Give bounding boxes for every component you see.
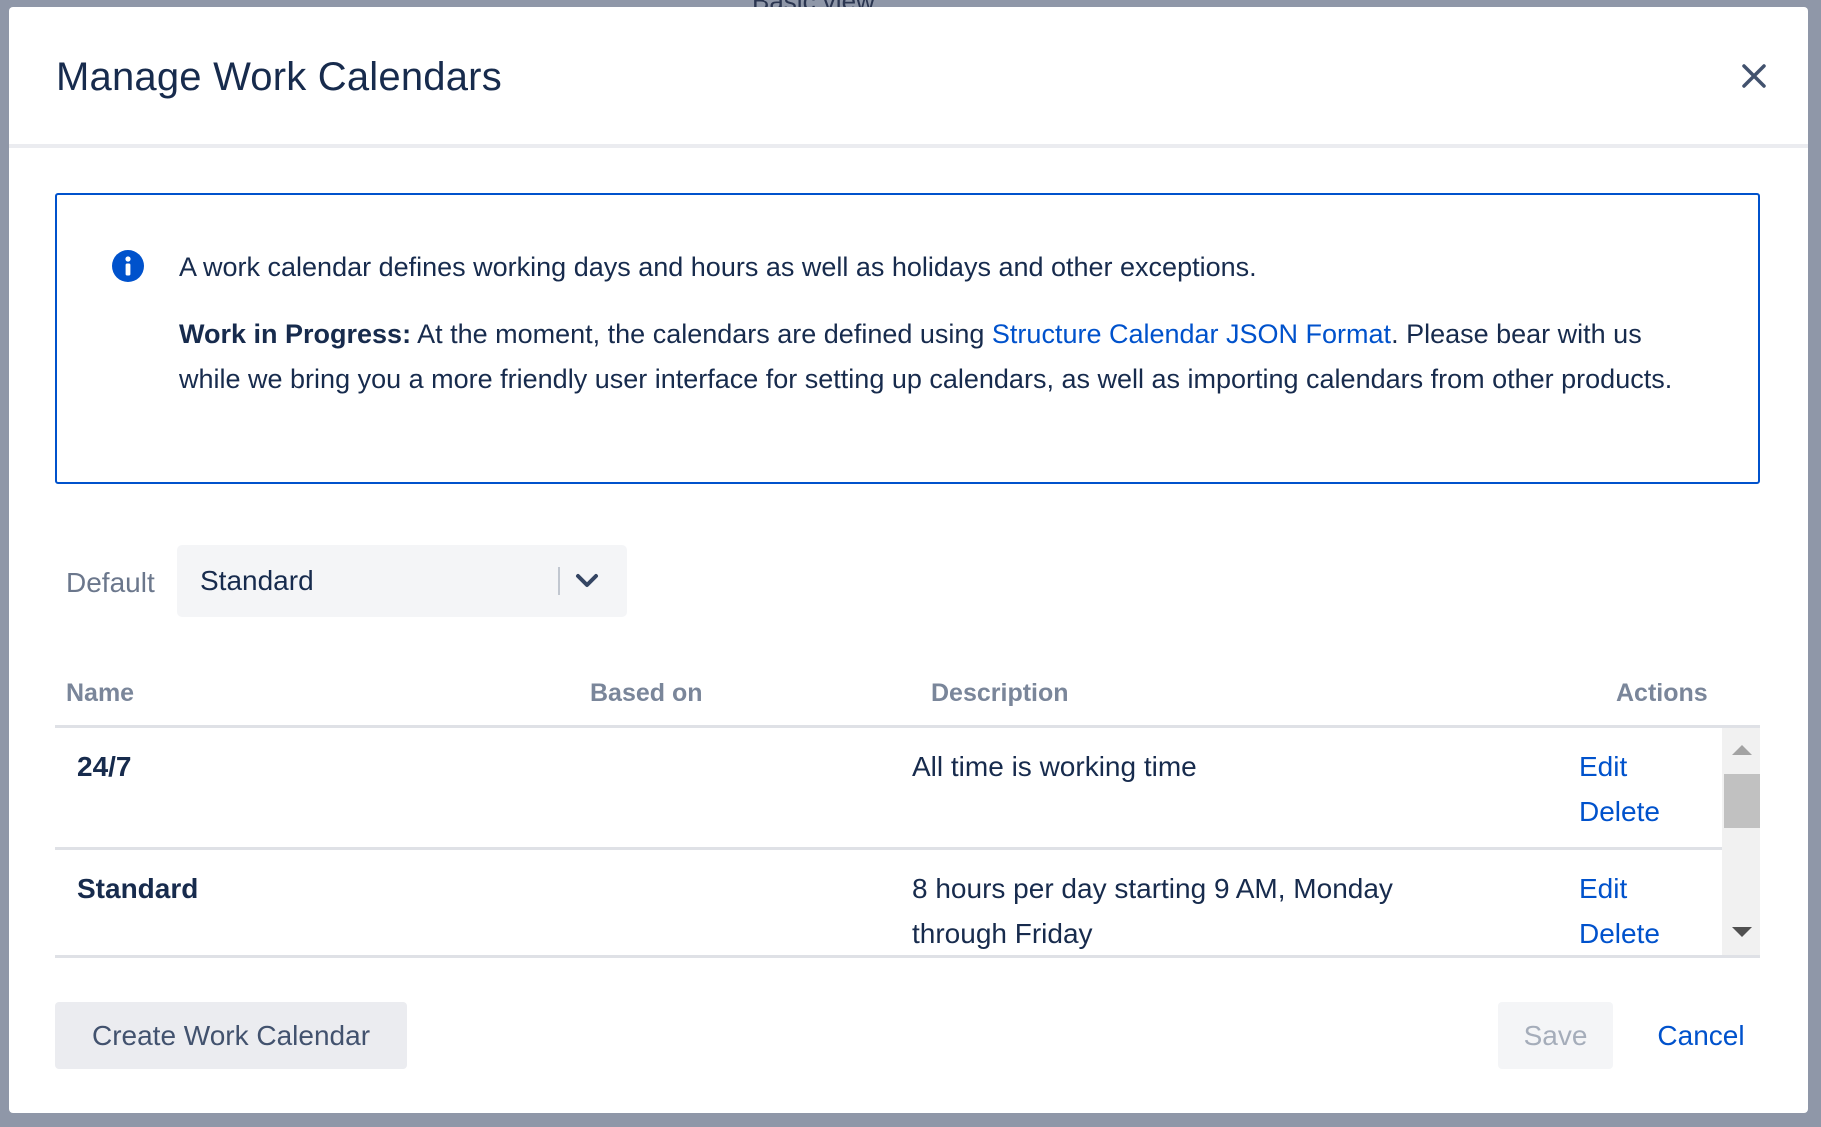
table-scrollbar[interactable]: [1722, 728, 1760, 956]
column-header-name: Name: [66, 679, 135, 707]
create-work-calendar-button[interactable]: Create Work Calendar: [55, 1002, 407, 1069]
chevron-down-icon: [576, 574, 598, 587]
scrollbar-thumb[interactable]: [1724, 774, 1760, 828]
info-panel: A work calendar defines working days and…: [55, 193, 1760, 484]
wip-label: Work in Progress:: [179, 319, 412, 349]
close-button[interactable]: [1729, 51, 1779, 101]
header-divider: [9, 144, 1808, 148]
table-header-border: [55, 725, 1760, 728]
select-separator: [558, 567, 560, 595]
scroll-up-arrow-icon[interactable]: [1732, 745, 1752, 755]
select-value: Standard: [200, 565, 314, 596]
info-wip-paragraph: Work in Progress: At the moment, the cal…: [179, 312, 1698, 402]
scroll-down-arrow-icon[interactable]: [1732, 927, 1752, 937]
row-name: Standard: [77, 873, 199, 904]
cancel-button[interactable]: Cancel: [1641, 1002, 1761, 1069]
table-bottom-border: [55, 955, 1760, 958]
column-header-based-on: Based on: [590, 679, 703, 707]
save-button[interactable]: Save: [1498, 1002, 1613, 1069]
dialog-title: Manage Work Calendars: [56, 55, 502, 99]
info-icon: [112, 250, 144, 282]
edit-link[interactable]: Edit: [1579, 866, 1660, 911]
row-name: 24/7: [77, 751, 132, 782]
info-line-1: A work calendar defines working days and…: [179, 252, 1257, 282]
calendar-json-format-link[interactable]: Structure Calendar JSON Format: [992, 319, 1391, 349]
row-description: 8 hours per day starting 9 AM, Monday th…: [912, 873, 1393, 949]
delete-link[interactable]: Delete: [1579, 789, 1660, 834]
row-divider: [55, 847, 1723, 850]
default-calendar-select[interactable]: Standard: [177, 545, 627, 617]
delete-link[interactable]: Delete: [1579, 911, 1660, 956]
wip-text-before: At the moment, the calendars are defined…: [411, 319, 992, 349]
column-header-actions: Actions: [1616, 679, 1708, 707]
close-icon: [1742, 64, 1766, 88]
column-header-description: Description: [931, 679, 1069, 707]
default-label: Default: [66, 567, 155, 598]
edit-link[interactable]: Edit: [1579, 744, 1660, 789]
manage-work-calendars-dialog: Manage Work Calendars A work calendar de…: [9, 7, 1808, 1113]
row-description: All time is working time: [912, 751, 1197, 782]
